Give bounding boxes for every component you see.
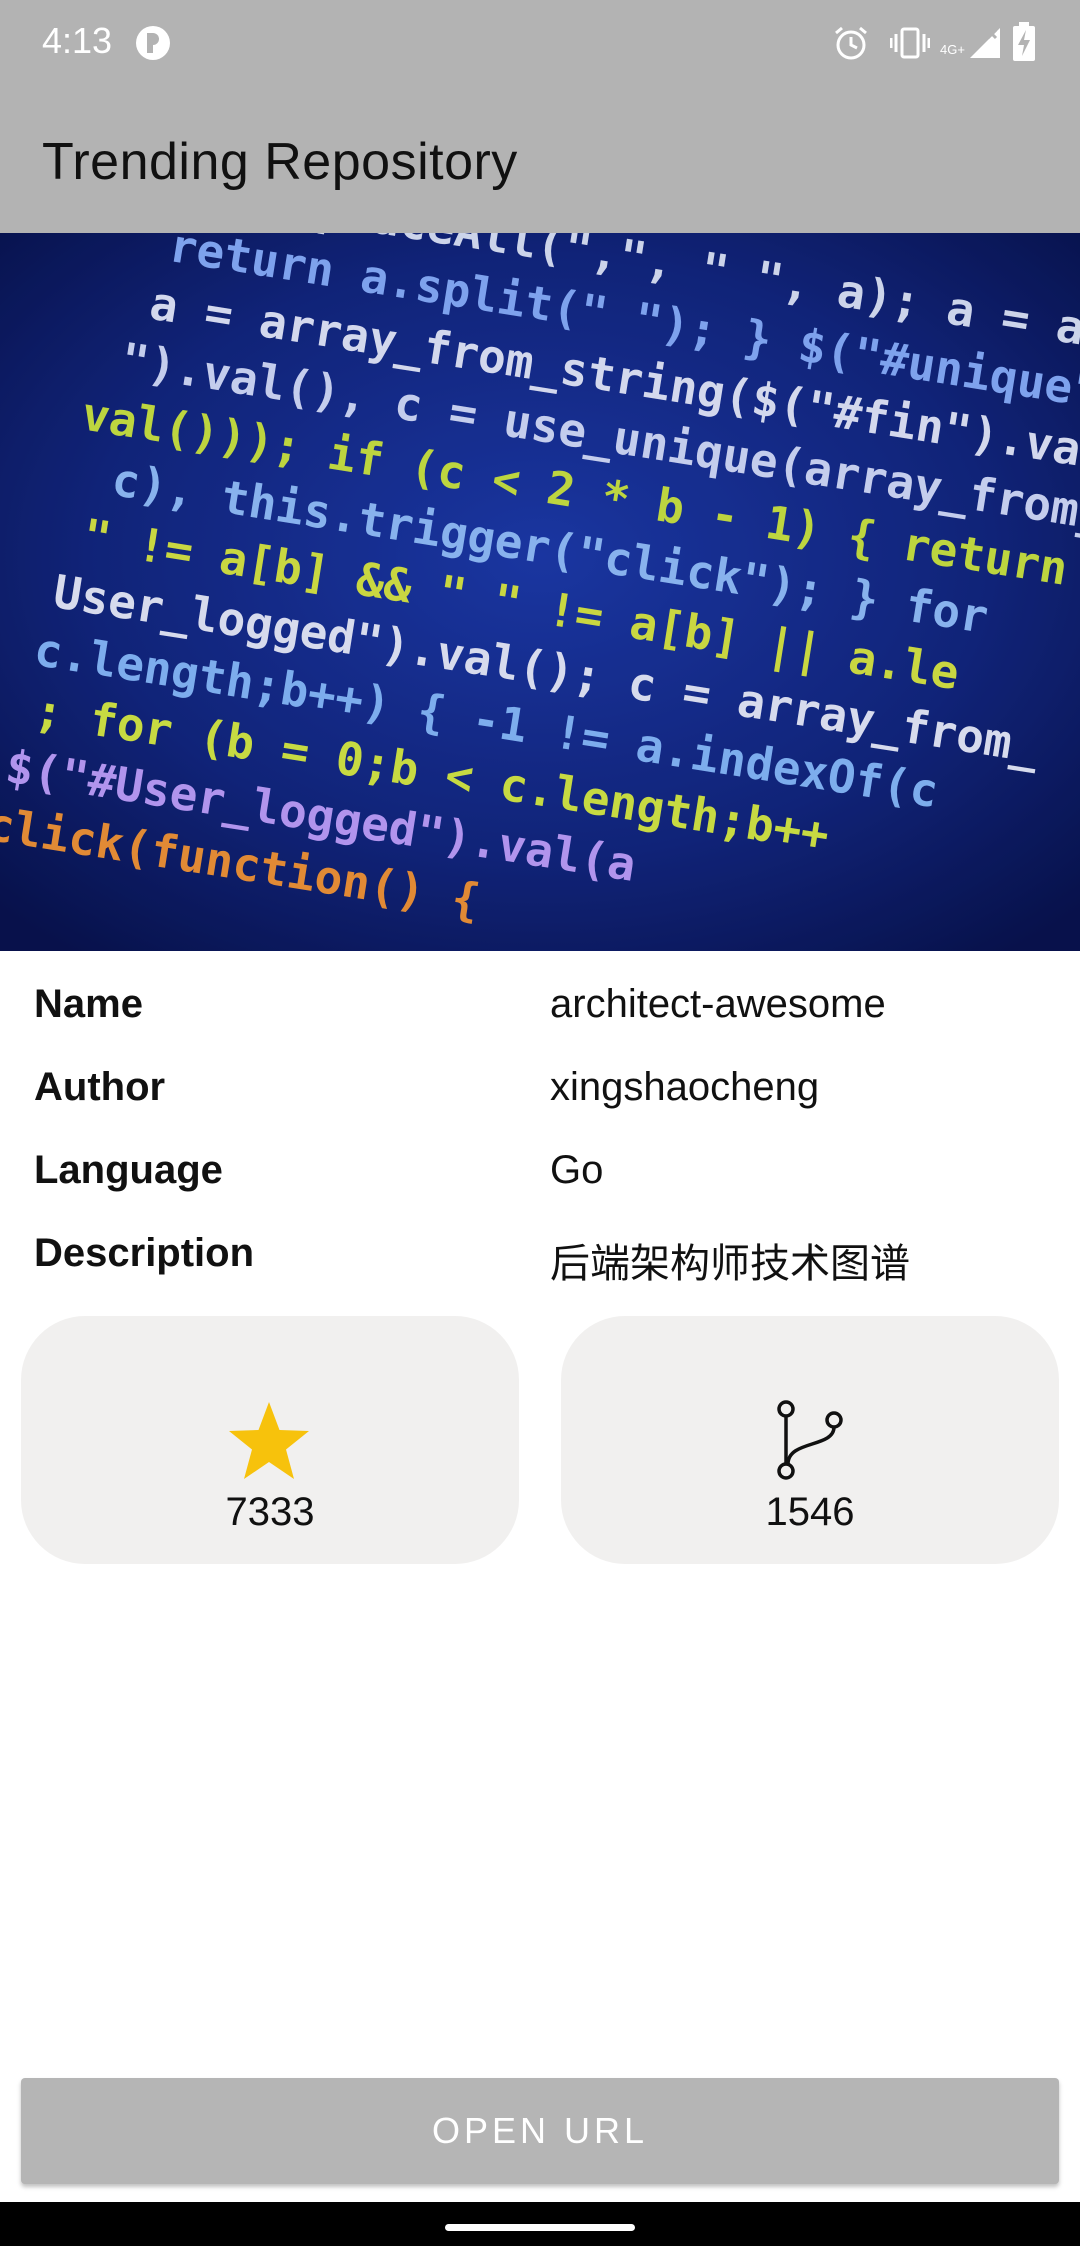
network-label: 4G+ [940,42,965,57]
status-time: 4:13 [42,20,113,61]
description-value: 后端架构师技术图谱 [550,1242,910,1286]
fork-icon [777,1400,843,1480]
author-label: Author [34,1065,166,1109]
alarm-icon [835,26,867,60]
forks-count: 1546 [765,1490,855,1534]
status-bar: 4:13 4G+ [0,0,1080,87]
language-label: Language [34,1148,223,1192]
app-notification-icon [136,26,170,60]
open-url-button[interactable]: OPEN URL [21,2078,1059,2184]
name-label: Name [34,982,143,1026]
stars-count: 7333 [225,1490,315,1534]
home-gesture-handle[interactable] [445,2224,635,2231]
author-value: xingshaocheng [550,1065,820,1109]
star-icon [229,1402,309,1479]
page-title: Trending Repository [42,133,518,191]
description-label: Description [34,1231,255,1275]
navigation-bar [0,2202,1080,2246]
code-screen-image: = replaceAll(",", " ", a); a = a.replace… [0,233,1080,951]
language-value: Go [550,1148,604,1192]
signal-icon [970,28,1000,58]
app-bar: Trending Repository [0,87,1080,233]
vibrate-icon [890,27,930,59]
battery-charging-icon [1013,22,1035,61]
code-screen-art: = replaceAll(",", " ", a); a = a.replace… [0,233,1080,951]
name-value: architect-awesome [550,982,886,1026]
stars-card: 7333 [21,1316,519,1564]
forks-card: 1546 [561,1316,1059,1564]
